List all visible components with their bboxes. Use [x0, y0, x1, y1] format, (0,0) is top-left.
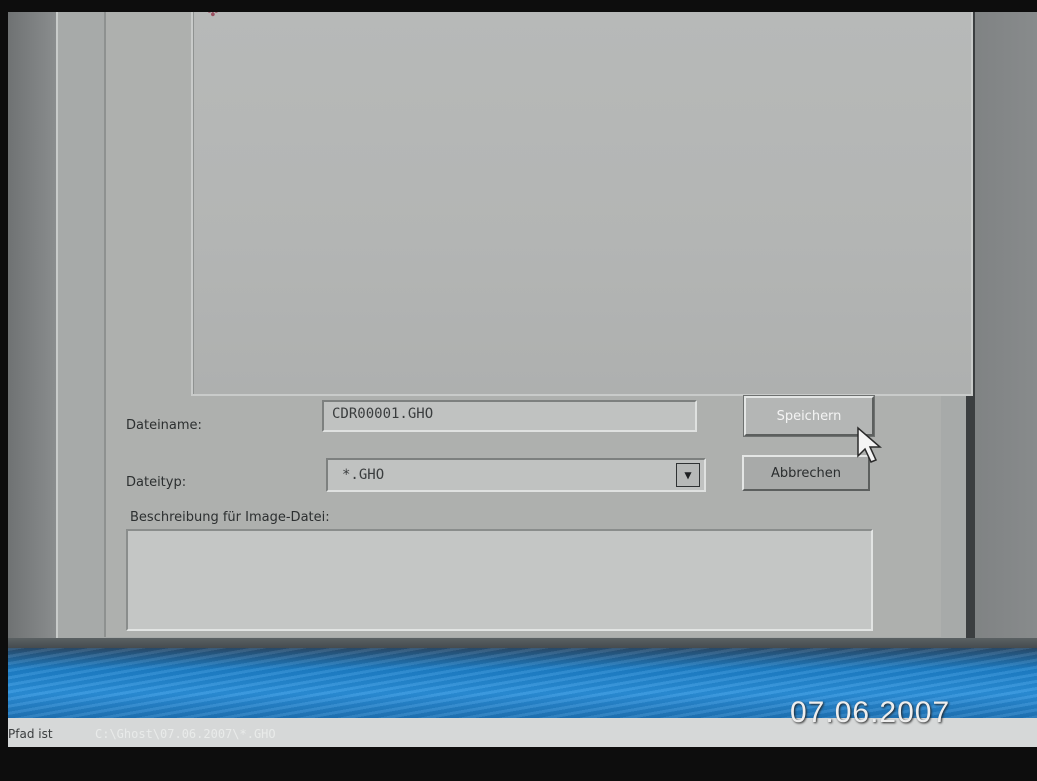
- filetype-label: Dateityp:: [126, 475, 187, 490]
- filetype-value: *.GHO: [342, 467, 385, 483]
- filename-input[interactable]: CDR00001.GHO: [322, 400, 697, 432]
- file-list[interactable]: ✤: [191, 12, 973, 396]
- mouse-pointer-icon: [857, 426, 883, 463]
- cancel-button-label: Abbrechen: [770, 465, 842, 481]
- screen: ✤ Dateiname: CDR00001.GHO Dateityp: *.GH…: [8, 12, 1037, 747]
- save-button-label: Speichern: [776, 408, 842, 424]
- cancel-button[interactable]: Abbrechen: [742, 455, 870, 491]
- file-icon: ✤: [207, 12, 219, 20]
- description-textarea[interactable]: [126, 529, 873, 631]
- chevron-down-icon[interactable]: ▼: [676, 463, 700, 487]
- status-label: Pfad ist: [8, 727, 53, 741]
- photo-date-stamp: 07.06.2007: [790, 696, 951, 729]
- filename-value: CDR00001.GHO: [332, 406, 434, 422]
- filename-label: Dateiname:: [126, 418, 202, 433]
- status-path: C:\Ghost\07.06.2007\*.GHO: [95, 727, 276, 741]
- description-label: Beschreibung für Image-Datei:: [130, 510, 330, 525]
- save-button[interactable]: Speichern: [743, 395, 875, 437]
- left-background: [8, 12, 58, 652]
- filetype-select[interactable]: *.GHO ▼: [326, 458, 706, 492]
